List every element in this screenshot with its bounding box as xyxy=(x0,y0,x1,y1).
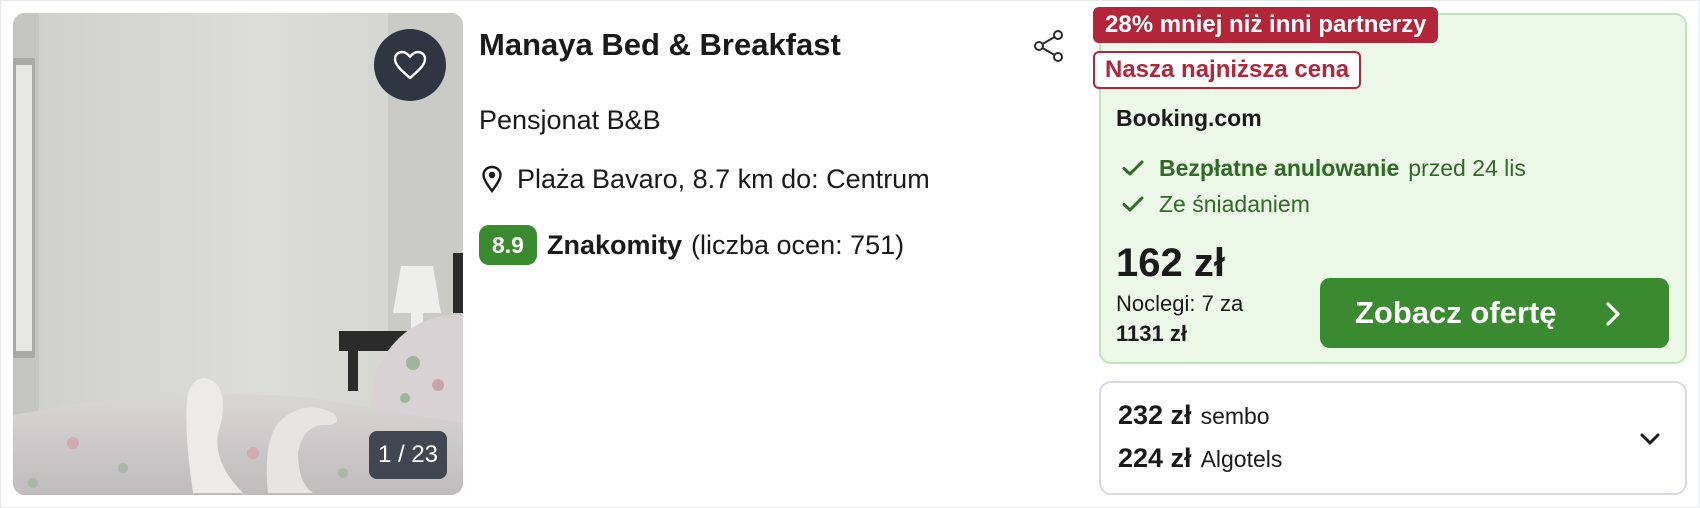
share-icon xyxy=(1034,30,1063,62)
offer-provider: Booking.com xyxy=(1116,105,1262,131)
nights-text: Noclegi: 7 za xyxy=(1116,291,1244,316)
rating-summary[interactable]: 8.9 Znakomity (liczba ocen: 751) xyxy=(479,225,904,265)
perk-bold-text: Bezpłatne anulowanie xyxy=(1159,154,1400,181)
other-offer-row: 224 zł Algotels xyxy=(1118,443,1282,477)
hotel-name[interactable]: Manaya Bed & Breakfast xyxy=(479,27,841,63)
favorite-button[interactable] xyxy=(374,29,446,101)
share-button[interactable] xyxy=(1033,29,1065,63)
chevron-down-icon[interactable] xyxy=(1639,429,1661,449)
stay-total: Noclegi: 7 za 1131 zł xyxy=(1116,289,1243,349)
other-offer-price: 232 zł xyxy=(1118,400,1192,430)
other-offer-price: 224 zł xyxy=(1118,443,1192,473)
other-offer-partner: sembo xyxy=(1200,403,1270,429)
hotel-result-card[interactable]: 1 / 23 Manaya Bed & Breakfast Pensjonat … xyxy=(0,0,1700,508)
rating-label: Znakomity xyxy=(546,229,683,260)
other-offer-partner: Algotels xyxy=(1200,446,1283,472)
location-text: Plaża Bavaro, 8.7 km do: Centrum xyxy=(517,163,930,194)
check-icon xyxy=(1122,196,1144,212)
nightly-price: 162 zł xyxy=(1116,241,1225,285)
perk-breakfast: Ze śniadaniem xyxy=(1121,189,1310,219)
rating-count: (liczba ocen: 751) xyxy=(691,229,905,260)
lowest-price-badge: Nasza najniższa cena xyxy=(1093,51,1362,89)
check-icon xyxy=(1122,160,1144,176)
other-offers-dropdown[interactable] xyxy=(1099,381,1687,495)
other-offer-row: 232 zł sembo xyxy=(1118,400,1270,434)
accommodation-type: Pensjonat B&B xyxy=(479,105,661,135)
hotel-location[interactable]: Plaża Bavaro, 8.7 km do: Centrum xyxy=(479,161,930,197)
view-offer-button[interactable]: Zobacz ofertę xyxy=(1320,278,1669,348)
heart-outline-icon xyxy=(393,50,427,80)
rating-score-badge: 8.9 xyxy=(479,225,537,265)
chevron-right-icon xyxy=(1606,302,1620,326)
map-pin-icon xyxy=(482,165,502,193)
total-price: 1131 zł xyxy=(1116,321,1187,346)
discount-badge: 28% mniej niż inni partnerzy xyxy=(1093,7,1439,43)
view-offer-label: Zobacz ofertę xyxy=(1355,295,1557,330)
photo-counter: 1 / 23 xyxy=(369,431,447,479)
perk-text: przed 24 lis xyxy=(1408,154,1526,181)
perk-text: Ze śniadaniem xyxy=(1159,190,1310,217)
perk-free-cancellation: Bezpłatne anulowanie przed 24 lis xyxy=(1121,153,1526,183)
